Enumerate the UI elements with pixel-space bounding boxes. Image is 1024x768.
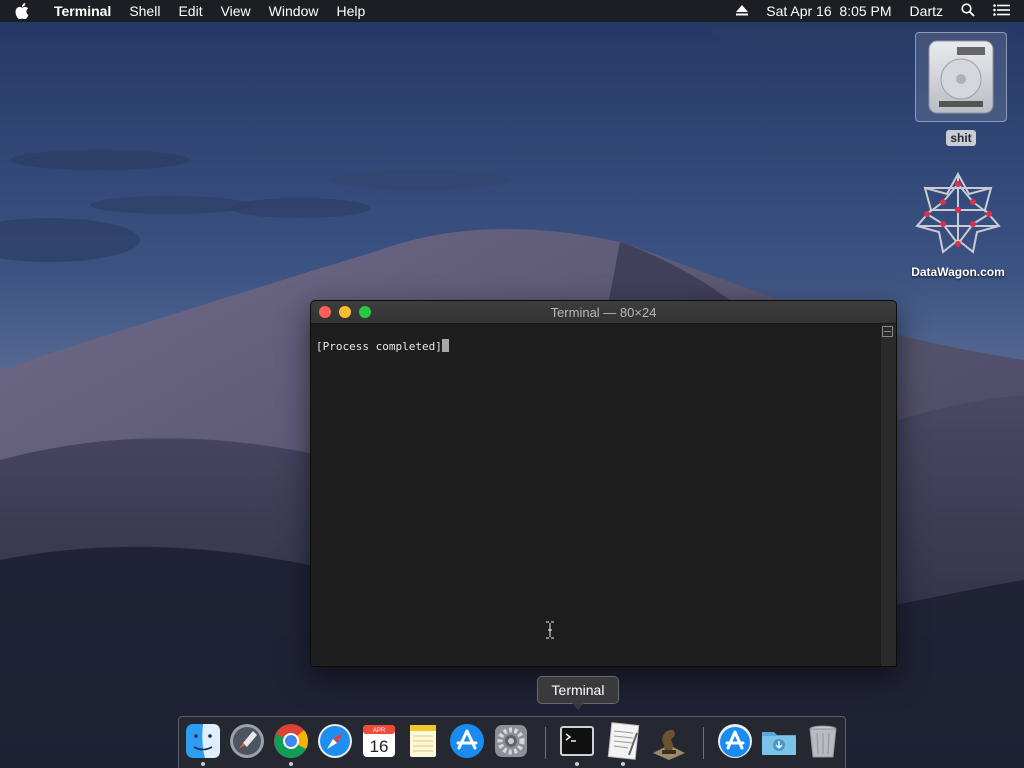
wolfram-star-icon	[915, 171, 1001, 254]
terminal-text: [Process completed]	[316, 340, 442, 353]
menu-app-name[interactable]: Terminal	[44, 3, 120, 19]
dock: APR 16	[178, 716, 846, 768]
system-preferences-icon	[495, 725, 527, 757]
dock-item-app-store[interactable]	[447, 721, 487, 761]
chrome-icon	[274, 724, 309, 758]
running-indicator	[201, 762, 205, 766]
running-indicator	[289, 762, 293, 766]
dock-item-textedit[interactable]	[603, 721, 643, 766]
scrollbar[interactable]	[880, 324, 896, 666]
minimize-button[interactable]	[339, 306, 351, 318]
dock-item-calendar[interactable]: APR 16	[359, 721, 399, 761]
menu-window[interactable]: Window	[260, 3, 328, 19]
terminal-window[interactable]: Terminal — 80×24 [Process completed]	[310, 300, 897, 667]
menu-help[interactable]: Help	[327, 3, 374, 19]
desktop-icon-label: DataWagon.com	[911, 265, 1005, 279]
split-pane-icon[interactable]	[882, 326, 893, 337]
menubar-clock[interactable]: Sat Apr 16 8:05 PM	[766, 3, 891, 19]
app-store-icon	[450, 724, 484, 758]
ibeam-cursor-icon	[546, 621, 554, 639]
menu-bar: Terminal Shell Edit View Window Help Sat…	[0, 0, 1024, 22]
text-cursor	[441, 339, 449, 352]
dock-item-terminal[interactable]	[557, 721, 597, 766]
apple-menu-icon[interactable]	[0, 3, 44, 19]
dock-item-downloads[interactable]	[759, 721, 799, 761]
dock-item-safari[interactable]	[315, 721, 355, 761]
notification-center-icon[interactable]	[993, 3, 1010, 19]
terminal-output[interactable]: [Process completed]	[311, 324, 880, 666]
dock-item-app-store-downloads[interactable]	[715, 721, 755, 761]
dock-separator	[703, 727, 704, 759]
safari-icon	[318, 724, 352, 758]
finder-icon	[186, 724, 220, 758]
menu-shell[interactable]: Shell	[120, 3, 169, 19]
calendar-day: 16	[370, 737, 389, 756]
dock-item-trash[interactable]	[803, 721, 843, 761]
maximize-button[interactable]	[359, 306, 371, 318]
menu-edit[interactable]: Edit	[169, 3, 211, 19]
calendar-month: APR	[373, 728, 386, 734]
downloads-folder-icon	[762, 732, 796, 755]
dock-item-finder[interactable]	[183, 721, 223, 766]
trash-icon	[809, 725, 837, 758]
desktop-icon-datawagon[interactable]: DataWagon.com	[900, 170, 1016, 279]
dock-item-chess[interactable]	[649, 721, 689, 761]
desktop-icon-label: shit	[946, 130, 976, 146]
dock-tooltip: Terminal	[537, 676, 619, 710]
eject-icon[interactable]	[736, 3, 749, 19]
notes-icon	[410, 725, 436, 757]
spotlight-search-icon[interactable]	[961, 2, 975, 20]
menu-view[interactable]: View	[212, 3, 260, 19]
textedit-icon	[607, 722, 640, 760]
desktop-icon-hard-drive[interactable]: shit	[915, 32, 1007, 146]
close-button[interactable]	[319, 306, 331, 318]
hard-drive-icon	[915, 32, 1007, 122]
launchpad-icon	[230, 724, 264, 758]
app-store-downloads-icon	[718, 724, 752, 758]
dock-item-notes[interactable]	[403, 721, 443, 761]
window-titlebar[interactable]: Terminal — 80×24	[311, 301, 896, 324]
dock-item-launchpad[interactable]	[227, 721, 267, 761]
dock-item-chrome[interactable]	[271, 721, 311, 766]
running-indicator	[575, 762, 579, 766]
menubar-user[interactable]: Dartz	[910, 3, 943, 19]
terminal-icon	[560, 726, 594, 756]
calendar-icon: APR 16	[363, 725, 395, 757]
running-indicator	[621, 762, 625, 766]
window-title: Terminal — 80×24	[550, 304, 657, 320]
dock-item-system-preferences[interactable]	[491, 721, 531, 761]
chess-icon	[653, 729, 685, 760]
dock-separator	[545, 727, 546, 759]
